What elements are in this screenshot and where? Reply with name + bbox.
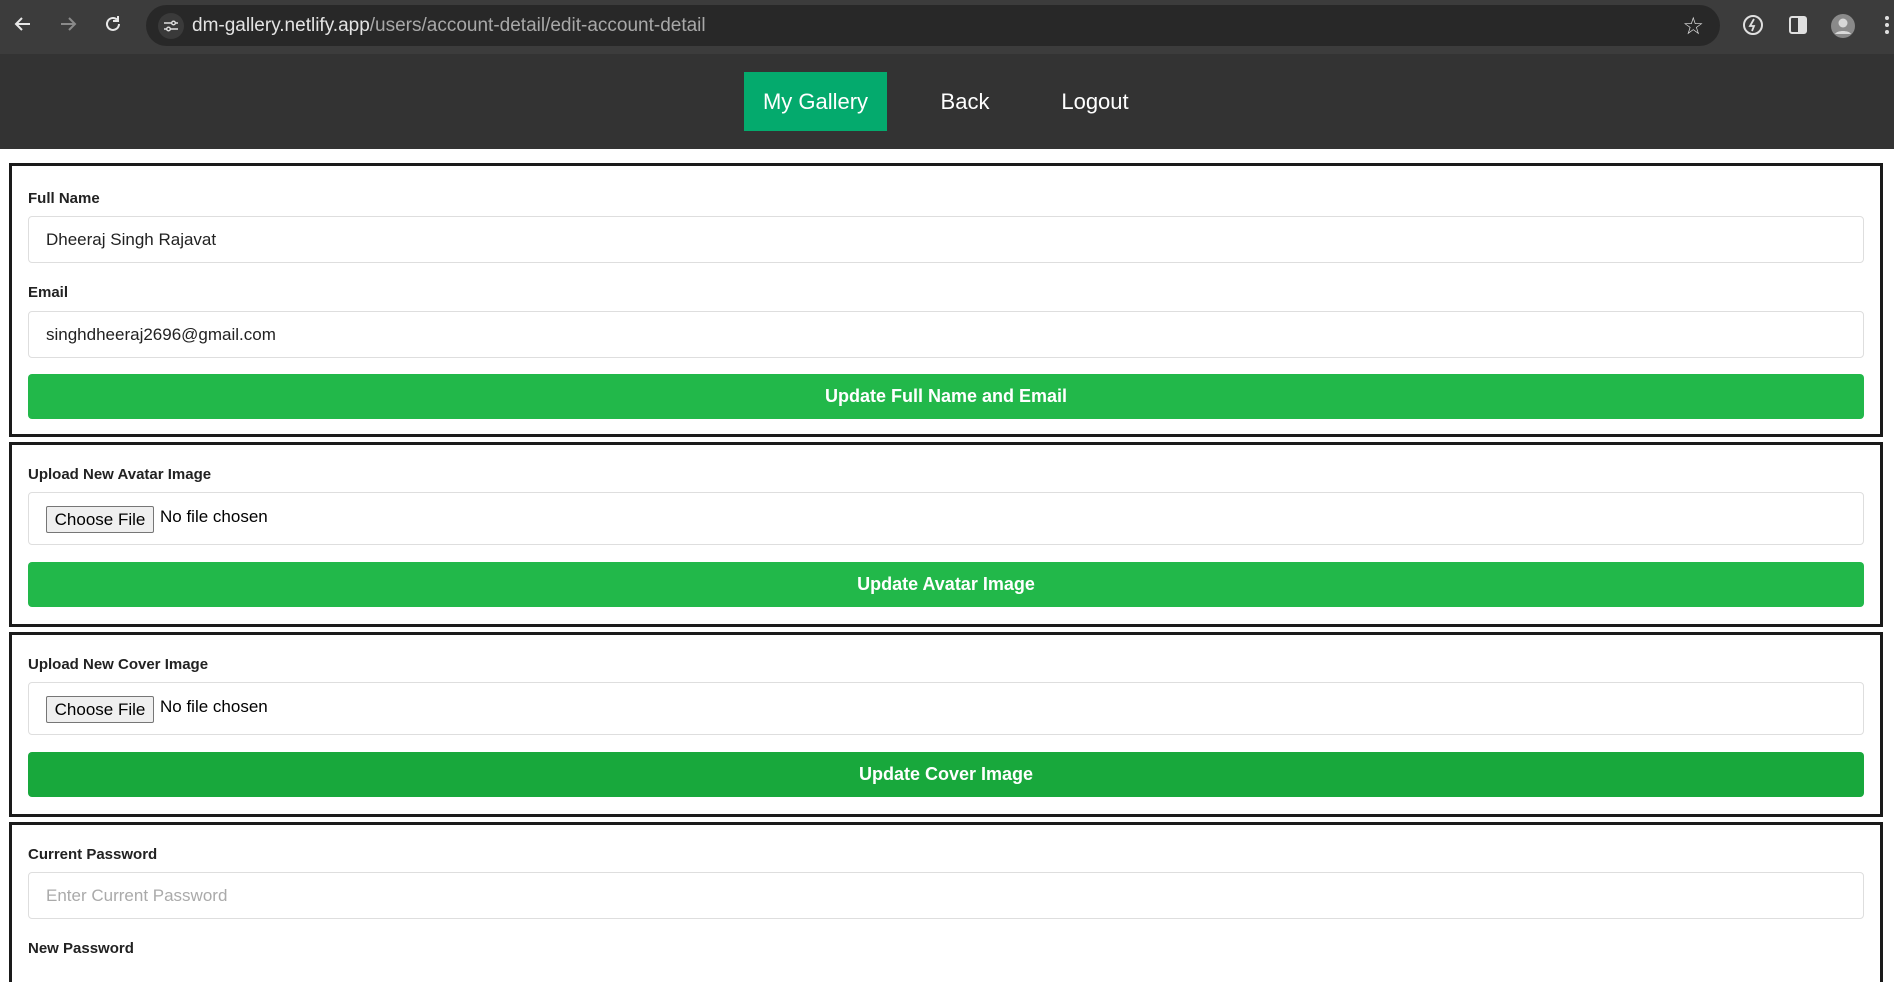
profile-avatar-icon[interactable] — [1830, 13, 1855, 38]
extension-icon[interactable] — [1741, 13, 1765, 37]
cover-form: Upload New Cover Image Choose File No fi… — [9, 632, 1883, 817]
reload-icon[interactable] — [101, 12, 125, 36]
bookmark-star-icon[interactable]: ☆ — [1682, 12, 1704, 41]
avatar-no-file-text: No file chosen — [160, 507, 268, 526]
new-password-label: New Password — [28, 940, 134, 957]
profile-form: Full Name Email Update Full Name and Ema… — [9, 163, 1883, 437]
cover-upload-label: Upload New Cover Image — [28, 656, 209, 673]
avatar-choose-file-button[interactable]: Choose File — [46, 506, 154, 533]
url-text: dm-gallery.netlify.app/users/account-det… — [192, 15, 706, 37]
avatar-file-input[interactable]: Choose File No file chosen — [28, 492, 1864, 545]
side-panel-icon[interactable] — [1786, 13, 1810, 37]
cover-no-file-text: No file chosen — [160, 697, 268, 716]
current-password-label: Current Password — [28, 846, 158, 863]
app-header: My Gallery Back Logout — [0, 54, 1894, 149]
email-label: Email — [28, 284, 69, 301]
url-host: dm-gallery.netlify.app — [192, 15, 370, 36]
browser-toolbar: dm-gallery.netlify.app/users/account-det… — [0, 0, 1894, 54]
full-name-label: Full Name — [28, 190, 100, 207]
nav-back[interactable]: Back — [923, 72, 1007, 131]
current-password-input[interactable] — [28, 872, 1864, 919]
back-arrow-icon[interactable] — [11, 12, 35, 36]
site-settings-icon[interactable] — [158, 13, 184, 39]
cover-file-input[interactable]: Choose File No file chosen — [28, 682, 1864, 735]
update-avatar-button[interactable]: Update Avatar Image — [28, 562, 1864, 607]
address-bar[interactable]: dm-gallery.netlify.app/users/account-det… — [146, 5, 1720, 46]
nav-logout[interactable]: Logout — [1047, 72, 1143, 131]
forward-arrow-icon[interactable] — [56, 12, 80, 36]
cover-choose-file-button[interactable]: Choose File — [46, 696, 154, 723]
password-form: Current Password New Password — [9, 822, 1883, 982]
avatar-upload-label: Upload New Avatar Image — [28, 466, 212, 483]
nav-my-gallery[interactable]: My Gallery — [744, 72, 887, 131]
email-input[interactable] — [28, 311, 1864, 358]
update-name-email-button[interactable]: Update Full Name and Email — [28, 374, 1864, 419]
avatar-form: Upload New Avatar Image Choose File No f… — [9, 442, 1883, 627]
full-name-input[interactable] — [28, 216, 1864, 263]
browser-menu-icon[interactable] — [1880, 13, 1894, 37]
update-cover-button[interactable]: Update Cover Image — [28, 752, 1864, 797]
url-path: /users/account-detail/edit-account-detai… — [369, 15, 706, 36]
